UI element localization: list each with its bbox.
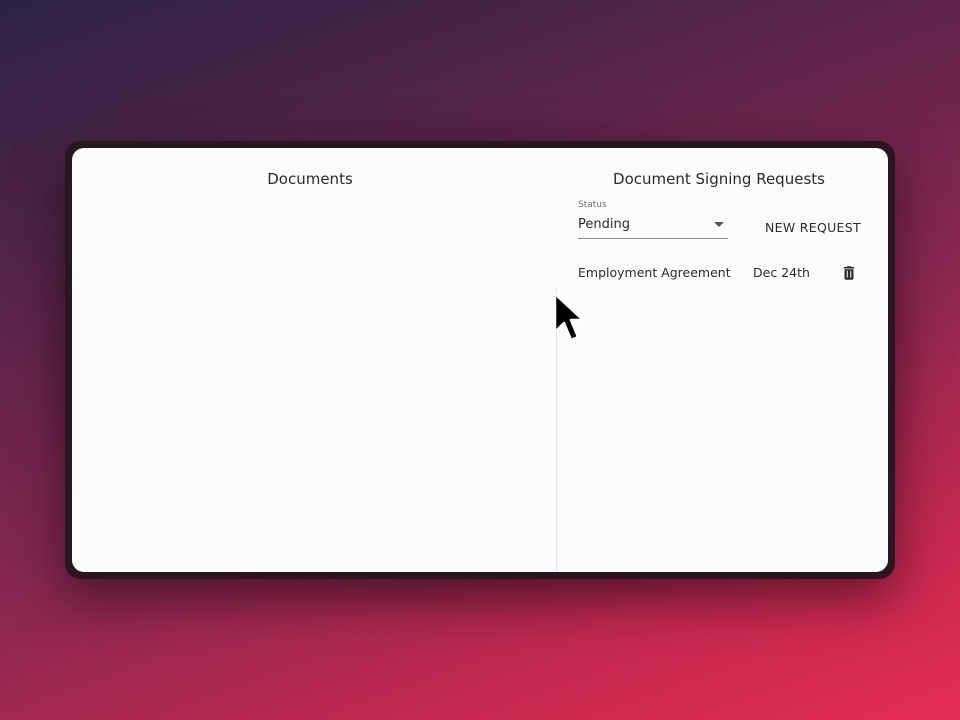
status-value: Pending — [578, 217, 630, 232]
status-select[interactable]: Status Pending — [578, 200, 728, 239]
request-name: Employment Agreement — [578, 265, 731, 280]
trash-icon[interactable] — [840, 264, 858, 282]
request-date: Dec 24th — [753, 265, 810, 280]
app-window: Documents Document Signing Requests Stat… — [72, 148, 888, 572]
caret-down-icon — [714, 222, 724, 227]
mouse-cursor-icon — [552, 292, 586, 346]
documents-panel: Documents — [72, 148, 556, 572]
documents-title: Documents — [267, 170, 353, 188]
signing-requests-panel: Document Signing Requests Status Pending… — [557, 148, 888, 572]
status-label: Status — [578, 200, 607, 210]
request-row[interactable]: Employment Agreement Dec 24th — [578, 260, 868, 286]
new-request-button[interactable]: NEW REQUEST — [757, 218, 869, 237]
signing-requests-title: Document Signing Requests — [613, 170, 825, 188]
